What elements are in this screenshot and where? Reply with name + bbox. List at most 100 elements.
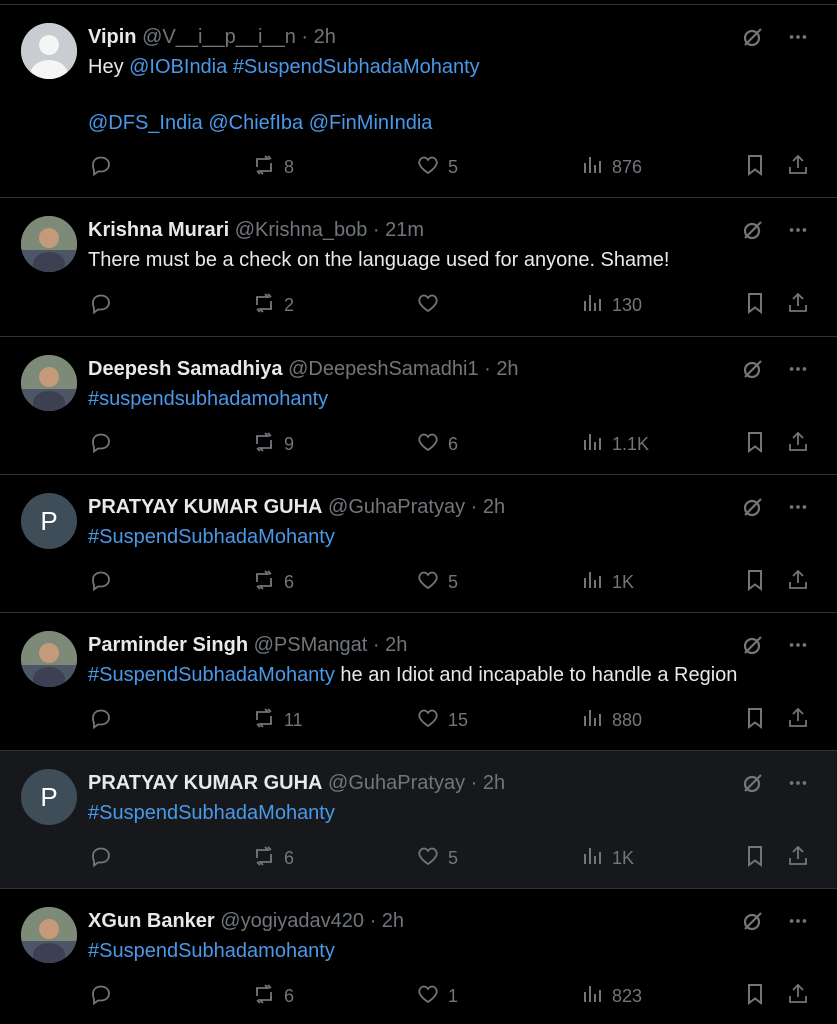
like-button[interactable] bbox=[416, 291, 448, 320]
reply-button[interactable] bbox=[89, 568, 113, 597]
author-handle[interactable]: @GuhaPratyay bbox=[328, 772, 465, 794]
retweet-button[interactable]: 8 bbox=[252, 153, 294, 182]
tweet-link[interactable]: #SuspendSubhadaMohanty bbox=[233, 56, 480, 78]
reply-button[interactable] bbox=[89, 291, 113, 320]
views-button[interactable]: 880 bbox=[580, 706, 642, 735]
avatar[interactable] bbox=[21, 216, 77, 272]
tweet-link[interactable]: #SuspendSubhadaMohanty bbox=[88, 664, 335, 686]
like-button[interactable]: 5 bbox=[416, 568, 458, 597]
avatar[interactable] bbox=[21, 23, 77, 79]
author-handle[interactable]: @GuhaPratyay bbox=[328, 496, 465, 518]
tweet[interactable]: P PRATYAY KUMAR GUHA @GuhaPratyay · 2h #Su… bbox=[0, 750, 837, 888]
share-button[interactable] bbox=[786, 982, 810, 1011]
avatar[interactable] bbox=[21, 355, 77, 411]
author-name[interactable]: Krishna Murari bbox=[88, 219, 229, 241]
grok-icon[interactable] bbox=[741, 909, 765, 938]
author-name[interactable]: PRATYAY KUMAR GUHA bbox=[88, 772, 322, 794]
retweet-button[interactable]: 2 bbox=[252, 291, 294, 320]
reply-button[interactable] bbox=[89, 844, 113, 873]
author-name[interactable]: XGun Banker bbox=[88, 910, 215, 932]
views-button[interactable]: 130 bbox=[580, 291, 642, 320]
tweet-link[interactable]: #SuspendSubhadamohanty bbox=[88, 940, 335, 962]
bookmark-button[interactable] bbox=[743, 706, 767, 735]
share-button[interactable] bbox=[786, 706, 810, 735]
more-icon[interactable] bbox=[787, 219, 809, 246]
timestamp[interactable]: 2h bbox=[382, 910, 404, 932]
more-icon[interactable] bbox=[787, 772, 809, 799]
timestamp[interactable]: 21m bbox=[385, 219, 424, 241]
reply-button[interactable] bbox=[89, 706, 113, 735]
author-handle[interactable]: @yogiyadav420 bbox=[220, 910, 364, 932]
tweet[interactable]: P PRATYAY KUMAR GUHA @GuhaPratyay · 2h #Su… bbox=[0, 474, 837, 612]
timestamp[interactable]: 2h bbox=[496, 358, 518, 380]
retweet-button[interactable]: 6 bbox=[252, 844, 294, 873]
bookmark-button[interactable] bbox=[743, 568, 767, 597]
bookmark-button[interactable] bbox=[743, 844, 767, 873]
tweet[interactable]: XGun Banker @yogiyadav420 · 2h #SuspendSu… bbox=[0, 888, 837, 1024]
share-button[interactable] bbox=[786, 844, 810, 873]
bookmark-button[interactable] bbox=[743, 982, 767, 1011]
more-icon[interactable] bbox=[787, 496, 809, 523]
like-button[interactable]: 6 bbox=[416, 430, 458, 459]
more-icon[interactable] bbox=[787, 910, 809, 937]
author-handle[interactable]: @Krishna_bob bbox=[235, 219, 368, 241]
timestamp[interactable]: 2h bbox=[385, 634, 407, 656]
author-name[interactable]: Vipin bbox=[88, 26, 137, 48]
grok-icon[interactable] bbox=[741, 218, 765, 247]
timestamp[interactable]: 2h bbox=[314, 26, 336, 48]
like-button[interactable]: 15 bbox=[416, 706, 468, 735]
like-button[interactable]: 5 bbox=[416, 844, 458, 873]
tweet-link[interactable]: @DFS_India bbox=[88, 112, 203, 134]
tweet-link[interactable]: #SuspendSubhadaMohanty bbox=[88, 526, 335, 548]
grok-icon[interactable] bbox=[741, 633, 765, 662]
author-name[interactable]: Deepesh Samadhiya bbox=[88, 358, 283, 380]
share-button[interactable] bbox=[786, 153, 810, 182]
views-button[interactable]: 876 bbox=[580, 153, 642, 182]
share-button[interactable] bbox=[786, 430, 810, 459]
retweet-button[interactable]: 11 bbox=[252, 706, 303, 735]
avatar[interactable] bbox=[21, 907, 77, 963]
bookmark-button[interactable] bbox=[743, 430, 767, 459]
tweet[interactable]: Vipin @V__i__p__i__n · 2h Hey @IOBIndia #… bbox=[0, 4, 837, 197]
views-button[interactable]: 823 bbox=[580, 982, 642, 1011]
more-icon[interactable] bbox=[787, 634, 809, 661]
more-icon[interactable] bbox=[787, 358, 809, 385]
author-name[interactable]: PRATYAY KUMAR GUHA bbox=[88, 496, 322, 518]
more-icon[interactable] bbox=[787, 26, 809, 53]
like-button[interactable]: 5 bbox=[416, 153, 458, 182]
avatar[interactable]: P bbox=[21, 493, 77, 549]
tweet[interactable]: Krishna Murari @Krishna_bob · 21m There m… bbox=[0, 197, 837, 336]
grok-icon[interactable] bbox=[741, 357, 765, 386]
reply-button[interactable] bbox=[89, 430, 113, 459]
tweet-link[interactable]: #suspendsubhadamohanty bbox=[88, 388, 328, 410]
timestamp[interactable]: 2h bbox=[483, 772, 505, 794]
bookmark-button[interactable] bbox=[743, 291, 767, 320]
retweet-button[interactable]: 6 bbox=[252, 982, 294, 1011]
reply-button[interactable] bbox=[89, 982, 113, 1011]
tweet[interactable]: Parminder Singh @PSMangat · 2h #SuspendSu… bbox=[0, 612, 837, 750]
grok-icon[interactable] bbox=[741, 25, 765, 54]
timestamp[interactable]: 2h bbox=[483, 496, 505, 518]
share-button[interactable] bbox=[786, 291, 810, 320]
tweet-link[interactable]: @FinMinIndia bbox=[309, 112, 433, 134]
like-button[interactable]: 1 bbox=[416, 982, 458, 1011]
views-button[interactable]: 1K bbox=[580, 844, 634, 873]
share-button[interactable] bbox=[786, 568, 810, 597]
author-handle[interactable]: @V__i__p__i__n bbox=[142, 26, 296, 48]
tweet-link[interactable]: #SuspendSubhadaMohanty bbox=[88, 802, 335, 824]
tweet-link[interactable]: @IOBIndia bbox=[129, 56, 227, 78]
retweet-button[interactable]: 9 bbox=[252, 430, 294, 459]
avatar[interactable] bbox=[21, 631, 77, 687]
tweet-link[interactable]: @ChiefIba bbox=[208, 112, 303, 134]
author-handle[interactable]: @PSMangat bbox=[254, 634, 368, 656]
author-name[interactable]: Parminder Singh bbox=[88, 634, 248, 656]
grok-icon[interactable] bbox=[741, 495, 765, 524]
views-button[interactable]: 1.1K bbox=[580, 430, 649, 459]
grok-icon[interactable] bbox=[741, 771, 765, 800]
bookmark-button[interactable] bbox=[743, 153, 767, 182]
author-handle[interactable]: @DeepeshSamadhi1 bbox=[288, 358, 478, 380]
retweet-button[interactable]: 6 bbox=[252, 568, 294, 597]
reply-button[interactable] bbox=[89, 153, 113, 182]
avatar[interactable]: P bbox=[21, 769, 77, 825]
views-button[interactable]: 1K bbox=[580, 568, 634, 597]
